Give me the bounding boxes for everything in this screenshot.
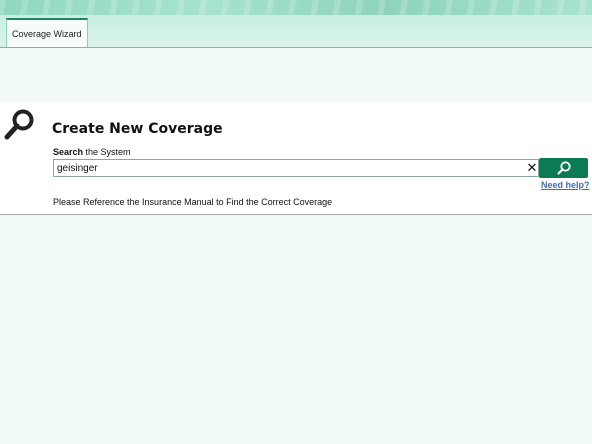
need-help-link[interactable]: Need help? bbox=[541, 180, 590, 190]
search-label: Search the System bbox=[53, 147, 131, 157]
search-button[interactable] bbox=[539, 158, 588, 178]
search-label-rest: the System bbox=[83, 147, 131, 157]
reference-text: Please Reference the Insurance Manual to… bbox=[53, 197, 333, 207]
top-banner bbox=[0, 0, 592, 16]
clear-search-button[interactable]: ✕ bbox=[524, 160, 540, 176]
tab-coverage-wizard[interactable]: Coverage Wizard bbox=[6, 18, 88, 47]
search-icon bbox=[556, 161, 571, 175]
search-icon bbox=[4, 109, 34, 140]
close-icon: ✕ bbox=[526, 160, 538, 175]
tab-strip: Coverage Wizard bbox=[0, 15, 592, 48]
search-label-bold: Search bbox=[53, 147, 84, 157]
page-title: Create New Coverage bbox=[52, 121, 223, 137]
search-input[interactable] bbox=[53, 159, 539, 177]
